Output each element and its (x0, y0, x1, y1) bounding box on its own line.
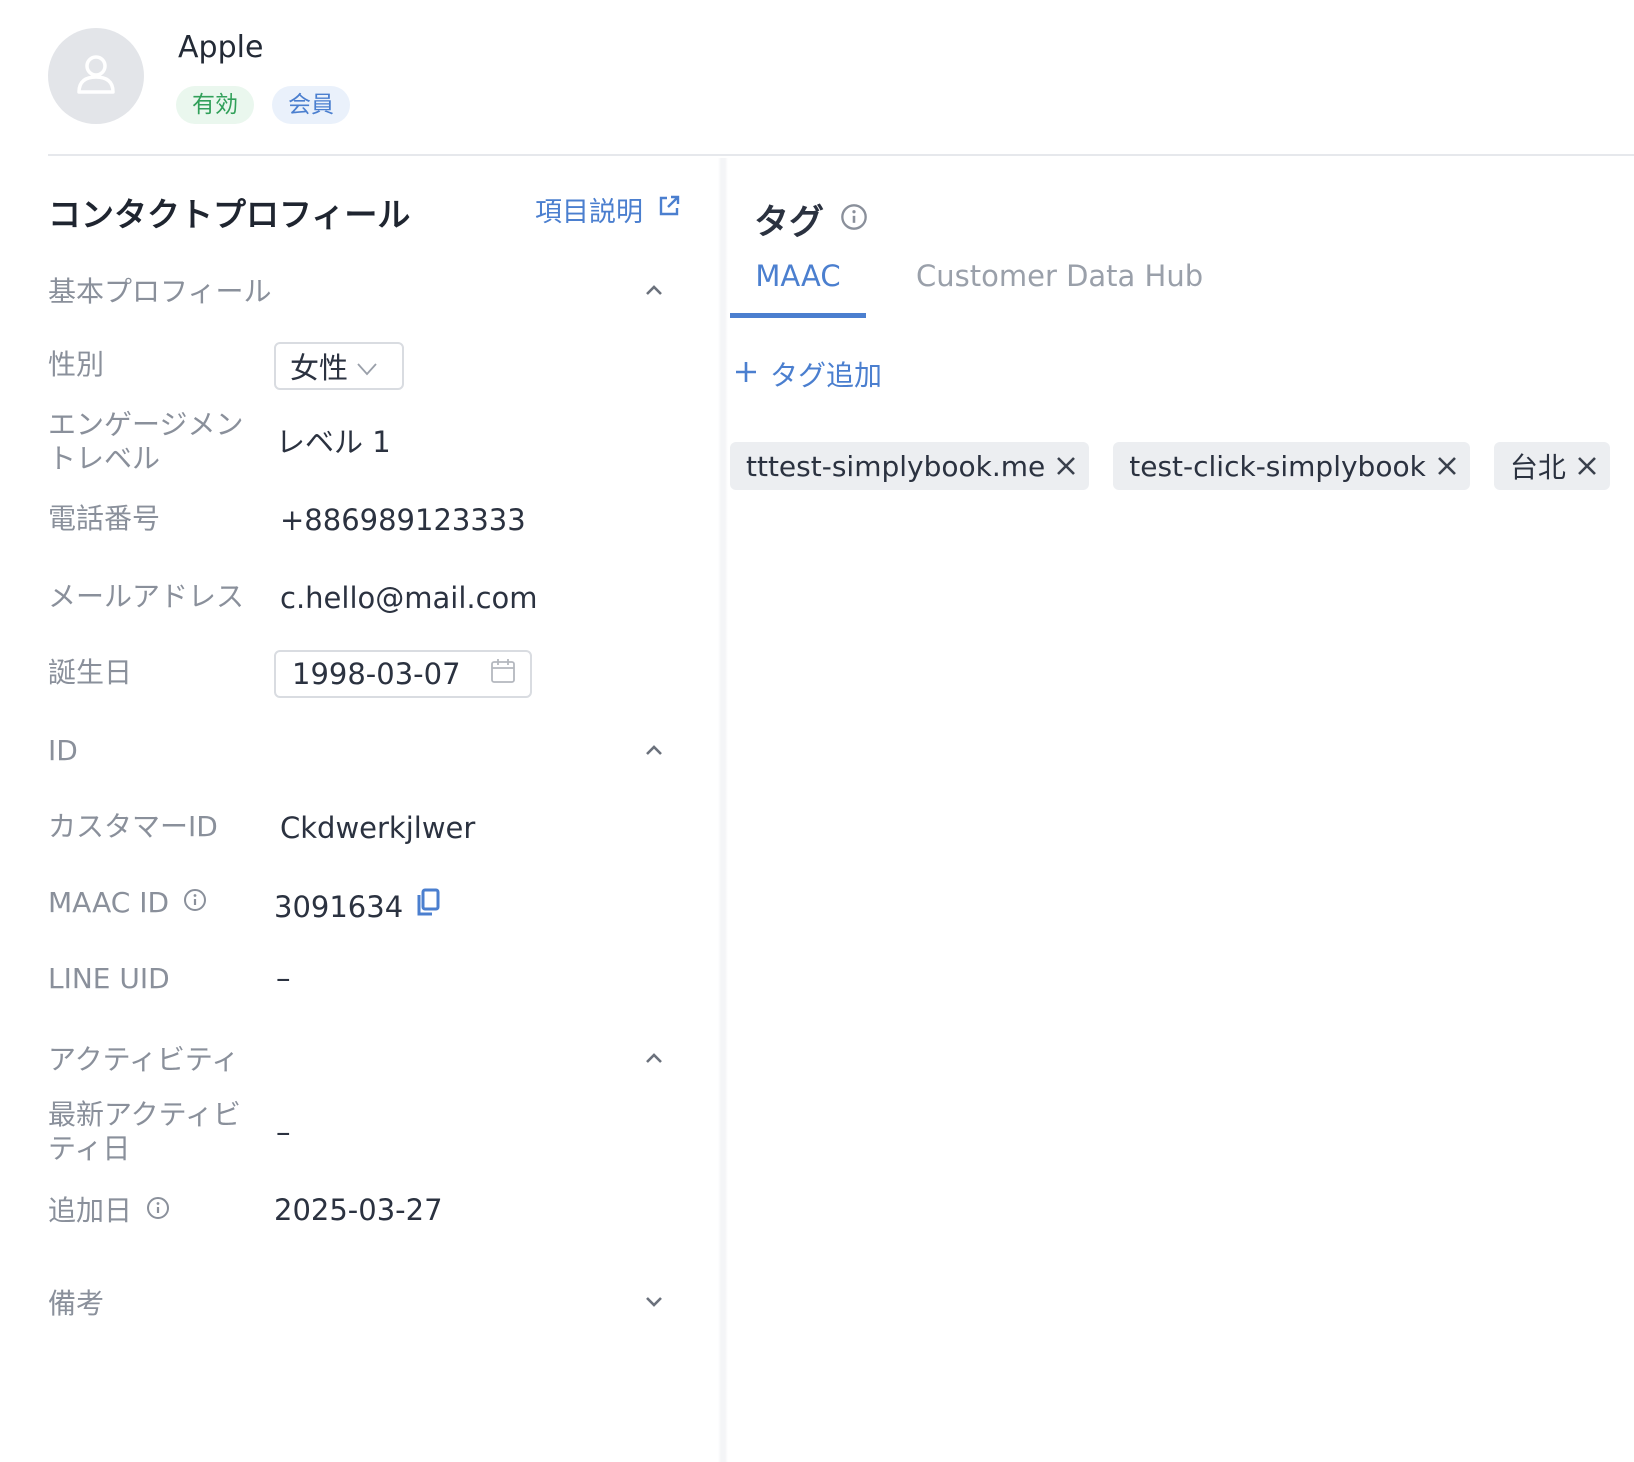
customer-id-label: カスタマーID (48, 810, 218, 843)
tags-panel: タグ MAAC Customer Data Hub タグ追加 tttest-si… (728, 158, 1634, 1462)
maac-id-value-group: 3091634 (274, 888, 441, 926)
status-badge: 有効 (176, 86, 254, 124)
contact-header: Apple 有効 会員 (48, 28, 1634, 156)
email-label: メールアドレス (48, 580, 245, 613)
last-activity-label-line2: ティ日 (48, 1132, 131, 1165)
section-id[interactable]: ID (48, 730, 668, 770)
added-date-label-text: 追加日 (48, 1194, 133, 1227)
calendar-icon (490, 657, 516, 691)
chevron-down-icon (356, 349, 378, 383)
section-notes[interactable]: 備考 (48, 1282, 668, 1322)
section-title: ID (48, 733, 78, 767)
panel-divider (718, 158, 728, 1462)
section-activity[interactable]: アクティビティ (48, 1038, 668, 1078)
tag-label: 台北 (1509, 451, 1566, 484)
chevron-up-icon (640, 276, 668, 304)
maac-id-label: MAAC ID (48, 886, 248, 920)
user-icon (76, 53, 116, 99)
contact-name: Apple (178, 30, 264, 65)
chevron-up-icon (640, 1044, 668, 1072)
engagement-label-line2: トレベル (48, 442, 161, 475)
avatar (48, 28, 144, 124)
tags-title: タグ (754, 194, 868, 245)
gender-value: 女性 (290, 351, 349, 385)
tag-source-tabs: MAAC Customer Data Hub (730, 256, 1634, 318)
last-activity-label: 最新アクティビ ティ日 (48, 1098, 248, 1166)
birthday-value: 1998-03-07 (292, 657, 461, 691)
external-link-icon (657, 194, 681, 225)
email-value: c.hello@mail.com (280, 581, 538, 615)
field-help-link[interactable]: 項目説明 (535, 190, 681, 229)
last-activity-label-line1: 最新アクティビ (48, 1098, 241, 1131)
section-basic-profile[interactable]: 基本プロフィール (48, 270, 668, 310)
tag-label: tttest-simplybook.me (746, 449, 1046, 483)
section-title: 基本プロフィール (48, 275, 272, 308)
member-badge: 会員 (272, 86, 350, 124)
tag-label: test-click-simplybook (1129, 449, 1426, 483)
tags-title-text: タグ (754, 203, 825, 243)
engagement-level-label: エンゲージメン トレベル (48, 408, 248, 476)
tag-list: tttest-simplybook.me test-click-simplybo… (730, 442, 1610, 490)
line-uid-value: – (276, 961, 291, 995)
help-link-label: 項目説明 (535, 197, 643, 228)
customer-id-value: Ckdwerkjlwer (280, 811, 476, 845)
panel-title: コンタクトプロフィール (48, 195, 411, 234)
phone-label: 電話番号 (48, 502, 161, 535)
close-icon[interactable] (1055, 455, 1077, 477)
birthday-label: 誕生日 (48, 656, 133, 689)
tab-customer-data-hub[interactable]: Customer Data Hub (916, 256, 1203, 318)
phone-value: +886989123333 (280, 503, 526, 537)
contact-profile-panel: コンタクトプロフィール 項目説明 基本プロフィール 性別 女性 エンゲージメン … (0, 158, 720, 1462)
add-tag-button[interactable]: タグ追加 (734, 354, 882, 394)
engagement-label-line1: エンゲージメン (48, 408, 244, 441)
chevron-down-icon (640, 1288, 668, 1316)
tag-chip: 台北 (1493, 442, 1610, 490)
close-icon[interactable] (1576, 455, 1598, 477)
tab-maac[interactable]: MAAC (730, 256, 866, 318)
engagement-level-value: レベル 1 (276, 425, 391, 459)
maac-id-value: 3091634 (274, 890, 404, 924)
tag-chip: test-click-simplybook (1113, 442, 1470, 490)
maac-id-label-text: MAAC ID (48, 886, 170, 919)
add-tag-label: タグ追加 (770, 359, 883, 392)
added-date-value: 2025-03-27 (274, 1193, 443, 1227)
info-icon[interactable] (840, 200, 868, 240)
info-icon[interactable] (183, 886, 207, 920)
gender-select[interactable]: 女性 (274, 342, 404, 390)
tag-chip: tttest-simplybook.me (730, 442, 1090, 490)
plus-icon (734, 358, 758, 391)
close-icon[interactable] (1436, 455, 1458, 477)
section-title: アクティビティ (48, 1043, 240, 1076)
gender-label: 性別 (48, 348, 105, 381)
added-date-label: 追加日 (48, 1194, 248, 1228)
copy-icon[interactable] (415, 888, 441, 926)
chevron-up-icon (640, 736, 668, 764)
info-icon[interactable] (146, 1194, 170, 1228)
birthday-date-picker[interactable]: 1998-03-07 (274, 650, 532, 698)
last-activity-value: – (276, 1115, 291, 1149)
section-title: 備考 (48, 1287, 105, 1320)
line-uid-label: LINE UID (48, 962, 170, 995)
